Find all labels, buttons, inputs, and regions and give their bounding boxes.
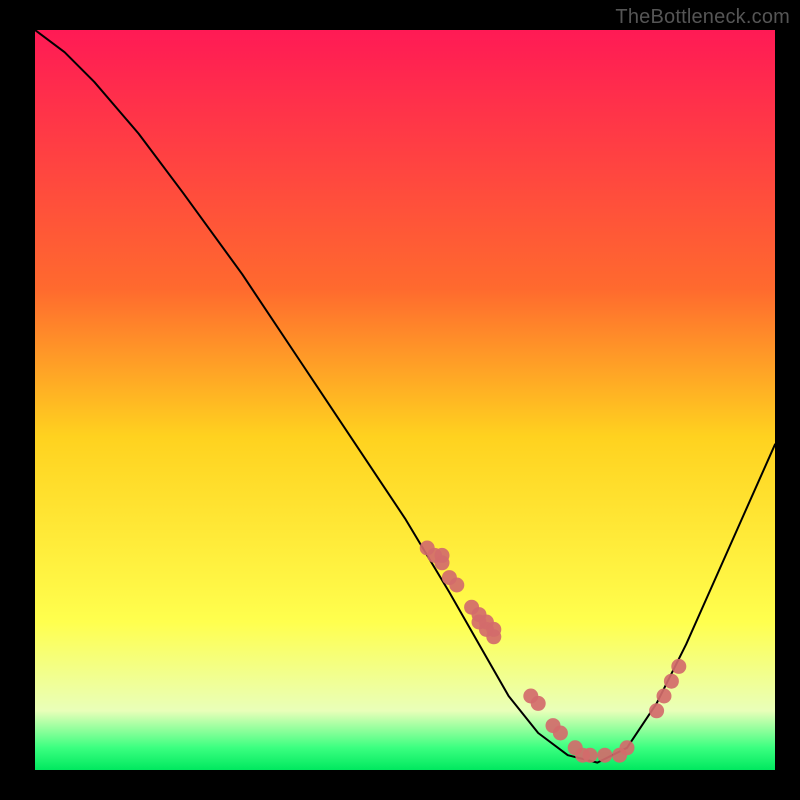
scatter-point: [671, 659, 686, 674]
scatter-point: [597, 748, 612, 763]
scatter-point: [531, 696, 546, 711]
scatter-point: [583, 748, 598, 763]
scatter-point: [620, 740, 635, 755]
scatter-point: [649, 703, 664, 718]
scatter-point: [449, 578, 464, 593]
scatter-point: [553, 726, 568, 741]
watermark-text: TheBottleneck.com: [615, 6, 790, 29]
chart-svg: [35, 30, 775, 770]
scatter-point: [657, 689, 672, 704]
scatter-point: [664, 674, 679, 689]
scatter-point: [435, 548, 450, 563]
chart-plot-area: [35, 30, 775, 770]
scatter-point: [486, 622, 501, 637]
chart-background: [35, 30, 775, 770]
